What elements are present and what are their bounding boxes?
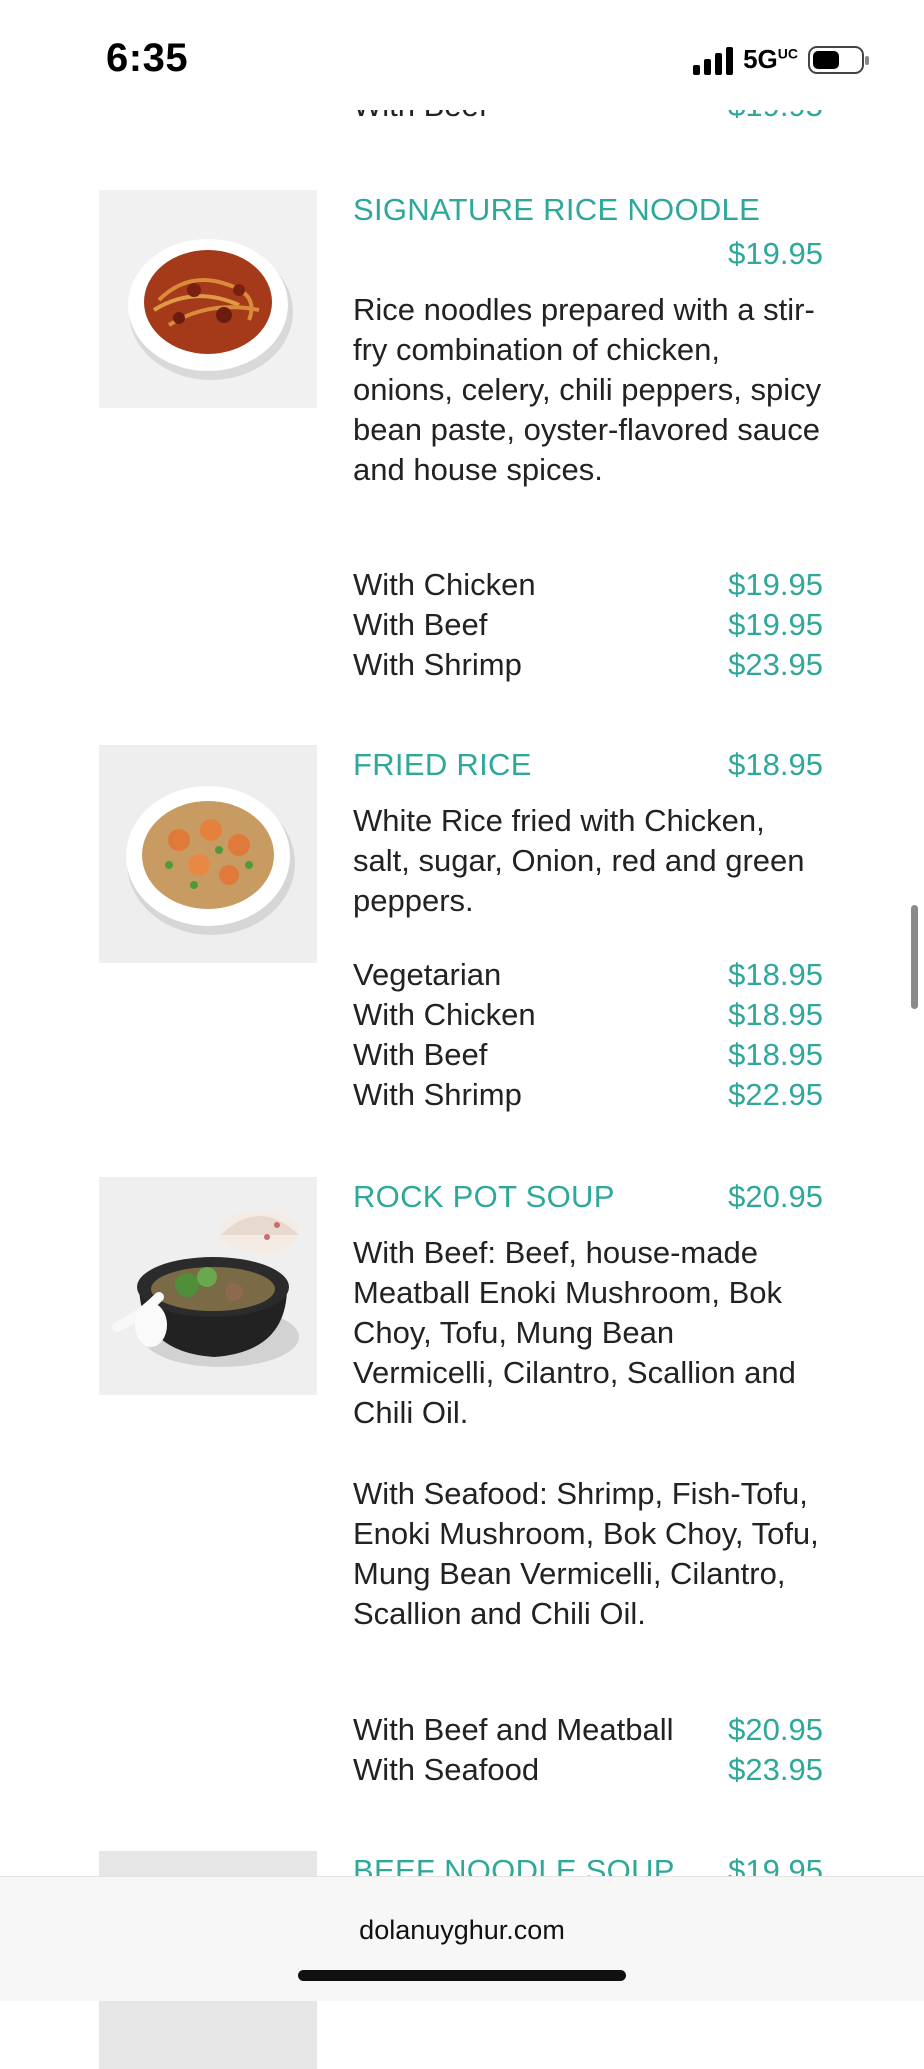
variant-list: Vegetarian $18.95 With Chicken $18.95 With… — [353, 955, 823, 1115]
network-indicator: 5GUC — [743, 44, 798, 75]
item-name: ROCK POT SOUP — [353, 1179, 615, 1214]
variant-row: With Shrimp $22.95 — [353, 1075, 823, 1115]
variant-label: With Seafood — [353, 1752, 540, 1787]
item-price: $18.95 — [728, 747, 823, 782]
variant-row: With Seafood $23.95 — [353, 1750, 823, 1790]
variant-row: With Beef and Meatball $20.95 — [353, 1710, 823, 1750]
dish-image-rock-pot-soup — [99, 1177, 317, 1395]
variant-price: $23.95 — [728, 1752, 823, 1787]
item-price: $20.95 — [728, 1179, 823, 1214]
item-price: $19.95 — [728, 236, 823, 271]
variant-price: $18.95 — [728, 957, 823, 992]
variant-row: With Beef $18.95 — [353, 1035, 823, 1075]
item-description-seafood: With Seafood: Shrimp, Fish-Tofu, Enoki M… — [353, 1476, 819, 1631]
address-bar-domain[interactable]: dolanuyghur.com — [0, 1915, 924, 1946]
variant-label: With Beef — [353, 1037, 488, 1072]
variant-label: With Shrimp — [353, 647, 522, 682]
status-time: 6:35 — [106, 36, 189, 80]
variant-price: $18.95 — [728, 997, 823, 1032]
variant-price: $22.95 — [728, 1077, 823, 1112]
variant-label: With Beef and Meatball — [353, 1712, 674, 1747]
dish-image-fried-rice — [99, 745, 317, 963]
item-description: White Rice fried with Chicken, salt, sug… — [353, 803, 805, 918]
signal-icon — [693, 45, 734, 75]
variant-price: $20.95 — [728, 1712, 823, 1747]
variant-price: $19.95 — [728, 567, 823, 602]
variant-row: With Beef $19.95 — [353, 605, 823, 645]
variant-row: With Shrimp $23.95 — [353, 645, 823, 685]
browser-bottom-bar: dolanuyghur.com — [0, 1876, 924, 2001]
scrollbar-thumb[interactable] — [911, 905, 918, 1009]
variant-row: Vegetarian $18.95 — [353, 955, 823, 995]
variant-label: Vegetarian — [353, 957, 502, 992]
variant-list: With Chicken $19.95 With Beef $19.95 With … — [353, 565, 823, 685]
home-indicator[interactable] — [298, 1970, 626, 1981]
variant-label: With Chicken — [353, 567, 536, 602]
item-name: FRIED RICE — [353, 747, 532, 782]
item-description: With Beef: Beef, house-made Meatball Eno… — [353, 1235, 796, 1430]
variant-label: With Chicken — [353, 997, 536, 1032]
status-bar: 6:35 5GUC — [0, 0, 924, 110]
variant-price: $18.95 — [728, 1037, 823, 1072]
status-icons: 5GUC — [693, 44, 869, 75]
battery-icon — [808, 45, 869, 74]
variant-row: With Chicken $19.95 — [353, 565, 823, 605]
variant-price: $23.95 — [728, 647, 823, 682]
network-sup: UC — [777, 45, 798, 62]
variant-label: With Shrimp — [353, 1077, 522, 1112]
variant-price: $19.95 — [728, 607, 823, 642]
item-description: Rice noodles prepared with a stir-fry co… — [353, 292, 822, 487]
variant-row: With Chicken $18.95 — [353, 995, 823, 1035]
dish-image-noodle — [99, 190, 317, 408]
variant-list: With Beef and Meatball $20.95 With Seafoo… — [353, 1710, 823, 1790]
network-label: 5G — [743, 44, 778, 74]
variant-label: With Beef — [353, 607, 488, 642]
item-name: SIGNATURE RICE NOODLE — [353, 192, 761, 227]
